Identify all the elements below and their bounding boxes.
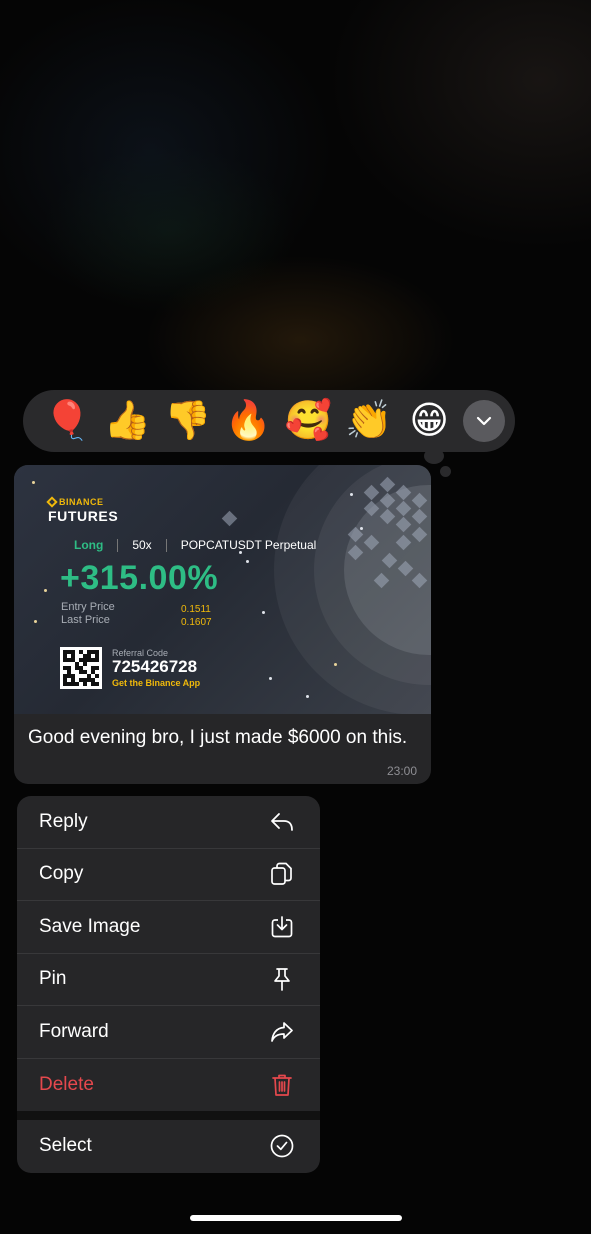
reaction-thumbs-up[interactable]: 👍 <box>97 395 157 447</box>
home-indicator[interactable] <box>190 1215 402 1221</box>
binance-futures-logo: BINANCE FUTURES <box>46 496 119 524</box>
reaction-red-balloon[interactable]: 🎈 <box>37 395 97 447</box>
last-price: 0.1607 <box>181 617 212 628</box>
menu-item-save-image[interactable]: Save Image <box>17 901 320 954</box>
menu-item-select[interactable]: Select <box>17 1120 320 1173</box>
pin-icon <box>269 966 295 992</box>
position-side: Long <box>74 538 104 552</box>
position-info: Long 50x POPCATUSDT Perpetual <box>74 538 316 552</box>
message-bubble[interactable]: BINANCE FUTURES Long 50x POPCATUSDT Perp… <box>14 465 431 784</box>
more-reactions-button[interactable] <box>463 400 505 442</box>
entry-price: 0.1511 <box>181 604 211 615</box>
message-timestamp: 23:00 <box>386 764 417 778</box>
reaction-bar-tail <box>424 448 444 464</box>
chevron-down-icon <box>477 416 492 426</box>
qr-code <box>60 647 102 689</box>
menu-item-copy[interactable]: Copy <box>17 849 320 901</box>
leverage: 50x <box>132 538 152 552</box>
menu-item-reply[interactable]: Reply <box>17 796 320 849</box>
reaction-grinning[interactable]: 😁 <box>399 395 459 447</box>
menu-item-pin[interactable]: Pin <box>17 954 320 1006</box>
pnl-percentage: +315.00% <box>60 559 219 597</box>
reaction-smiling-hearts[interactable]: 🥰 <box>278 395 338 447</box>
reply-icon <box>269 809 295 835</box>
download-icon <box>269 914 295 940</box>
menu-item-forward[interactable]: Forward <box>17 1006 320 1059</box>
reaction-thumbs-down[interactable]: 👎 <box>158 395 218 447</box>
reaction-clapping[interactable]: 👏 <box>339 395 399 447</box>
app-cta: Get the Binance App <box>112 678 201 688</box>
menu-separator <box>17 1111 320 1120</box>
trading-pair: POPCATUSDT Perpetual <box>180 538 317 552</box>
checkmark-circle-icon <box>269 1133 295 1159</box>
price-values: 0.1511 0.1607 <box>181 603 212 629</box>
binance-logo-icon <box>46 496 58 508</box>
forward-icon <box>269 1019 295 1045</box>
pnl-share-image[interactable]: BINANCE FUTURES Long 50x POPCATUSDT Perp… <box>14 465 431 714</box>
price-labels: Entry Price Last Price <box>61 601 115 626</box>
trash-icon <box>269 1072 295 1098</box>
copy-icon <box>269 861 295 887</box>
reaction-fire[interactable]: 🔥 <box>218 395 278 447</box>
referral-code: 725426728 <box>112 657 198 676</box>
reaction-bar-tail-dot <box>440 466 451 477</box>
menu-item-delete[interactable]: Delete <box>17 1059 320 1112</box>
reaction-bar: 🎈 👍 👎 🔥 🥰 👏 😁 <box>23 390 515 452</box>
message-text: Good evening bro, I just made $6000 on t… <box>28 727 408 748</box>
context-menu: Reply Copy Save Image Pin Forward Delete <box>17 796 320 1173</box>
